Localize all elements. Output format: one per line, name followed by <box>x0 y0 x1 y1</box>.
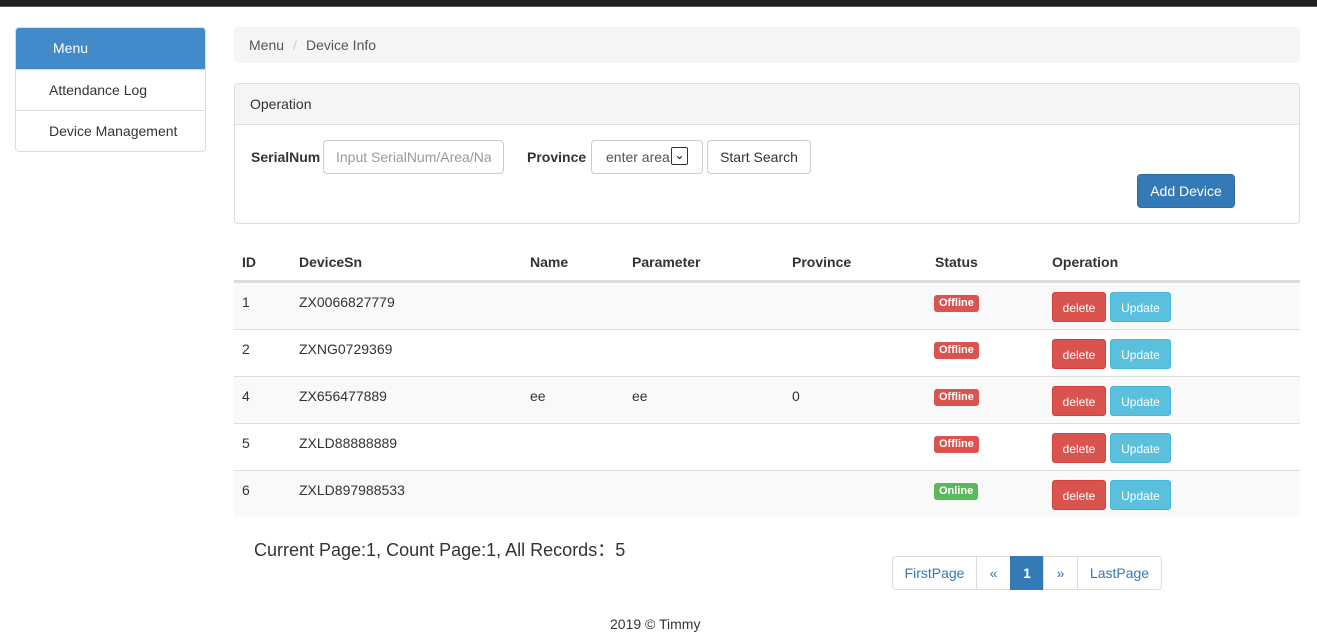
breadcrumb-menu-link[interactable]: Menu <box>249 27 284 63</box>
table-row: 1 ZX0066827779 Offline delete Update <box>234 282 1300 329</box>
update-button[interactable]: Update <box>1110 339 1171 369</box>
last-page-link[interactable]: LastPage <box>1077 556 1162 590</box>
province-select-value: enter area <box>606 149 670 165</box>
cell-name: ee <box>530 388 546 404</box>
cell-devicesn: ZXNG0729369 <box>299 341 393 357</box>
prev-page-link[interactable]: « <box>976 556 1011 590</box>
update-button[interactable]: Update <box>1110 433 1171 463</box>
serialnum-input[interactable] <box>323 140 504 174</box>
update-button[interactable]: Update <box>1110 480 1171 510</box>
table-row: 4 ZX656477889 ee ee 0 Offline delete Upd… <box>234 376 1300 423</box>
cell-id: 2 <box>242 341 250 357</box>
breadcrumb: Menu / Device Info <box>234 27 1300 63</box>
delete-button[interactable]: delete <box>1052 386 1106 416</box>
table-header: ID DeviceSn Name Parameter Province Stat… <box>234 243 1300 282</box>
panel-title: Operation <box>235 84 1299 125</box>
update-button[interactable]: Update <box>1110 292 1171 322</box>
sidebar-header[interactable]: Menu <box>16 28 205 69</box>
status-badge: Online <box>934 483 979 500</box>
breadcrumb-current: Device Info <box>306 37 377 53</box>
first-page-link[interactable]: FirstPage <box>892 556 977 590</box>
table-row: 5 ZXLD88888889 Offline delete Update <box>234 423 1300 470</box>
col-header-id: ID <box>242 254 256 270</box>
col-header-parameter: Parameter <box>632 254 701 270</box>
device-table: ID DeviceSn Name Parameter Province Stat… <box>234 243 1300 517</box>
operation-panel: Operation SerialNum Province enter area … <box>234 83 1300 224</box>
cell-id: 4 <box>242 388 250 404</box>
page-1-link[interactable]: 1 <box>1010 556 1044 590</box>
cell-id: 5 <box>242 435 250 451</box>
next-page-link[interactable]: » <box>1043 556 1078 590</box>
cell-devicesn: ZXLD88888889 <box>299 435 398 451</box>
status-badge: Offline <box>934 436 979 453</box>
cell-id: 1 <box>242 294 250 310</box>
sidebar: Menu Attendance Log Device Management <box>15 27 206 152</box>
delete-button[interactable]: delete <box>1052 480 1106 510</box>
col-header-name: Name <box>530 254 569 270</box>
top-navbar <box>0 0 1317 7</box>
table-row: 2 ZXNG0729369 Offline delete Update <box>234 329 1300 376</box>
pagination: FirstPage « 1 » LastPage <box>892 556 1162 590</box>
status-badge: Offline <box>934 342 979 359</box>
cell-parameter: ee <box>632 388 648 404</box>
chevron-down-icon: ⌄ <box>671 147 688 165</box>
status-badge: Offline <box>934 295 979 312</box>
province-select[interactable]: enter area ⌄ <box>591 140 703 174</box>
status-badge: Offline <box>934 389 979 406</box>
update-button[interactable]: Update <box>1110 386 1171 416</box>
cell-devicesn: ZXLD897988533 <box>299 482 405 498</box>
cell-id: 6 <box>242 482 250 498</box>
col-header-province: Province <box>792 254 852 270</box>
province-label: Province <box>527 149 587 165</box>
start-search-button[interactable]: Start Search <box>707 140 811 174</box>
breadcrumb-separator: / <box>293 37 297 53</box>
sidebar-item-device-management[interactable]: Device Management <box>16 110 205 151</box>
delete-button[interactable]: delete <box>1052 292 1106 322</box>
delete-button[interactable]: delete <box>1052 433 1106 463</box>
cell-devicesn: ZX0066827779 <box>299 294 395 310</box>
add-device-button[interactable]: Add Device <box>1137 174 1235 208</box>
cell-province: 0 <box>792 388 800 404</box>
delete-button[interactable]: delete <box>1052 339 1106 369</box>
sidebar-item-attendance-log[interactable]: Attendance Log <box>16 69 205 110</box>
col-header-status: Status <box>935 254 978 270</box>
col-header-devicesn: DeviceSn <box>299 254 363 270</box>
cell-devicesn: ZX656477889 <box>299 388 387 404</box>
footer-copyright: 2019 © Timmy <box>610 616 701 632</box>
col-header-operation: Operation <box>1052 254 1119 270</box>
serialnum-label: SerialNum <box>251 149 321 165</box>
table-row: 6 ZXLD897988533 Online delete Update <box>234 470 1300 517</box>
records-summary: Current Page:1, Count Page:1, All Record… <box>254 540 626 560</box>
